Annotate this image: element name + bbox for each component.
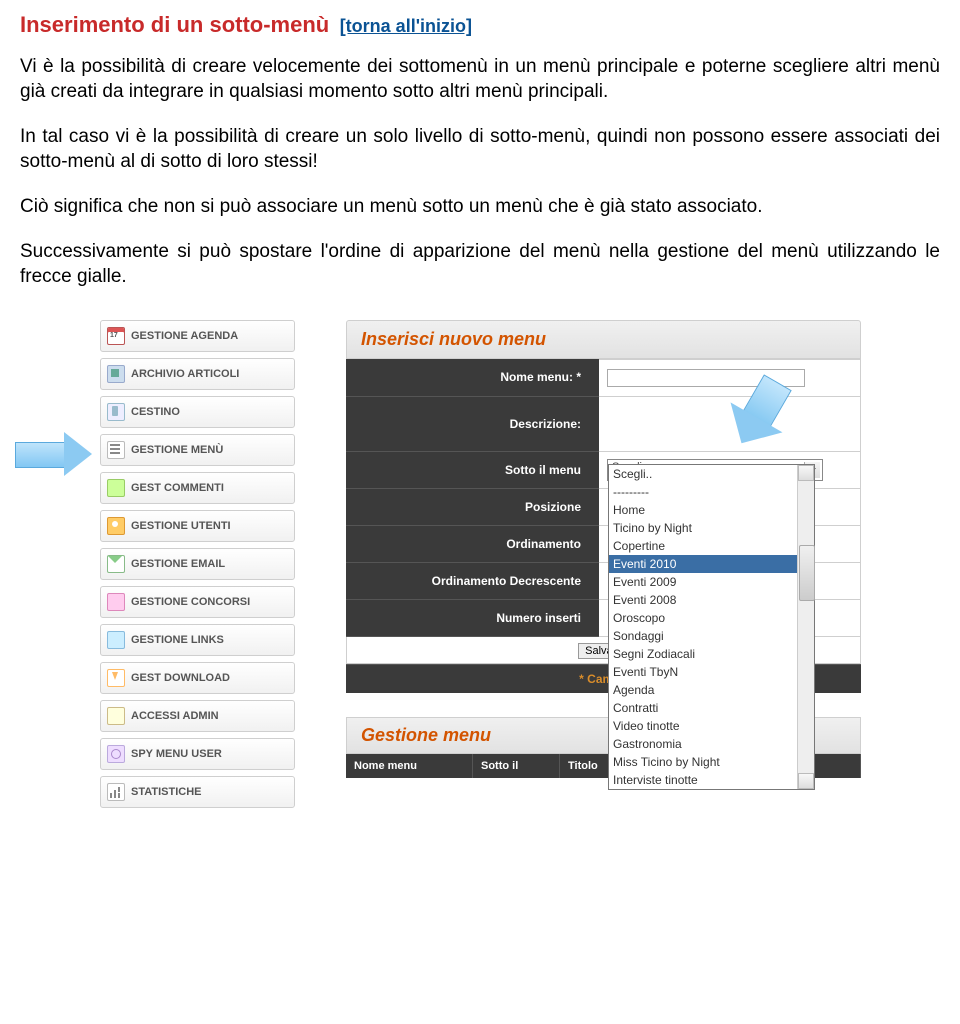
dropdown-option[interactable]: Ticino by Night	[609, 519, 814, 537]
menu-icon	[107, 441, 125, 459]
heading-row: Inserimento di un sotto-menù [torna all'…	[20, 12, 940, 38]
dropdown-option[interactable]: Eventi 2010	[609, 555, 814, 573]
sidebar-item-label: ACCESSI ADMIN	[131, 710, 219, 722]
sidebar-item-label: STATISTICHE	[131, 786, 201, 798]
admin-sidebar: GESTIONE AGENDA ARCHIVIO ARTICOLI CESTIN…	[100, 320, 295, 814]
scroll-thumb[interactable]	[799, 545, 815, 601]
dropdown-option[interactable]: Copertine	[609, 537, 814, 555]
sidebar-item-accessi[interactable]: ACCESSI ADMIN	[100, 700, 295, 732]
sidebar-item-label: GEST COMMENTI	[131, 482, 224, 494]
label-nome-menu: Nome menu: *	[346, 359, 599, 396]
stats-icon	[107, 783, 125, 801]
sidebar-item-gestione-menu[interactable]: GESTIONE MENÙ	[100, 434, 295, 466]
dropdown-scrollbar[interactable]	[797, 465, 814, 789]
calendar-icon	[107, 327, 125, 345]
col-nome-menu: Nome menu	[346, 754, 473, 778]
dropdown-option[interactable]: Home	[609, 501, 814, 519]
admin-screenshot: GESTIONE AGENDA ARCHIVIO ARTICOLI CESTIN…	[100, 320, 900, 840]
label-posizione: Posizione	[346, 488, 599, 525]
label-numero-inserti: Numero inserti	[346, 599, 599, 636]
paragraph-1: Vi è la possibilità di creare velocement…	[20, 54, 940, 104]
trash-icon	[107, 403, 125, 421]
users-icon	[107, 517, 125, 535]
label-sotto-menu: Sotto il menu	[346, 451, 599, 488]
spy-icon	[107, 745, 125, 763]
paragraph-3: Ciò significa che non si può associare u…	[20, 194, 940, 219]
sidebar-item-commenti[interactable]: GEST COMMENTI	[100, 472, 295, 504]
label-ordinamento: Ordinamento	[346, 525, 599, 562]
label-ord-desc: Ordinamento Decrescente	[346, 562, 599, 599]
panel-title-insert: Inserisci nuovo menu	[346, 320, 861, 359]
dropdown-option[interactable]: Eventi 2009	[609, 573, 814, 591]
scroll-up-button[interactable]	[798, 465, 814, 481]
sidebar-item-utenti[interactable]: GESTIONE UTENTI	[100, 510, 295, 542]
contest-icon	[107, 593, 125, 611]
dropdown-sotto-menu-open[interactable]: Scegli..---------HomeTicino by NightCope…	[608, 464, 815, 790]
arrow-pointer-left	[15, 432, 93, 476]
link-torna-inizio[interactable]: [torna all'inizio]	[340, 16, 472, 36]
document-body: Inserimento di un sotto-menù [torna all'…	[0, 0, 960, 840]
sidebar-item-cestino[interactable]: CESTINO	[100, 396, 295, 428]
dropdown-option[interactable]: Video tinotte	[609, 717, 814, 735]
sidebar-item-statistiche[interactable]: STATISTICHE	[100, 776, 295, 808]
comment-icon	[107, 479, 125, 497]
heading-title: Inserimento di un sotto-menù	[20, 12, 329, 37]
sidebar-item-label: GESTIONE CONCORSI	[131, 596, 250, 608]
sidebar-item-agenda[interactable]: GESTIONE AGENDA	[100, 320, 295, 352]
sidebar-item-label: GESTIONE LINKS	[131, 634, 224, 646]
dropdown-option[interactable]: Gastronomia	[609, 735, 814, 753]
download-icon	[107, 669, 125, 687]
field-nome-menu	[599, 359, 861, 396]
label-descrizione: Descrizione:	[346, 396, 599, 451]
scroll-down-button[interactable]	[798, 773, 814, 789]
sidebar-item-label: CESTINO	[131, 406, 180, 418]
mail-icon	[107, 555, 125, 573]
sidebar-item-spy[interactable]: SPY MENU USER	[100, 738, 295, 770]
dropdown-option[interactable]: Oroscopo	[609, 609, 814, 627]
sidebar-item-archivio[interactable]: ARCHIVIO ARTICOLI	[100, 358, 295, 390]
link-icon	[107, 631, 125, 649]
paragraph-4: Successivamente si può spostare l'ordine…	[20, 239, 940, 289]
key-icon	[107, 707, 125, 725]
sidebar-item-concorsi[interactable]: GESTIONE CONCORSI	[100, 586, 295, 618]
dropdown-option[interactable]: Scegli..	[609, 465, 814, 483]
dropdown-option[interactable]: Segni Zodiacali	[609, 645, 814, 663]
sidebar-item-label: GEST DOWNLOAD	[131, 672, 230, 684]
sidebar-item-label: GESTIONE MENÙ	[131, 444, 223, 456]
dropdown-option[interactable]: Contratti	[609, 699, 814, 717]
archive-icon	[107, 365, 125, 383]
sidebar-item-links[interactable]: GESTIONE LINKS	[100, 624, 295, 656]
paragraph-2: In tal caso vi è la possibilità di crear…	[20, 124, 940, 174]
col-sotto-il: Sotto il	[473, 754, 560, 778]
sidebar-item-label: GESTIONE EMAIL	[131, 558, 225, 570]
sidebar-item-download[interactable]: GEST DOWNLOAD	[100, 662, 295, 694]
dropdown-option[interactable]: Sondaggi	[609, 627, 814, 645]
sidebar-item-label: GESTIONE AGENDA	[131, 330, 238, 342]
sidebar-item-label: GESTIONE UTENTI	[131, 520, 231, 532]
dropdown-option[interactable]: ---------	[609, 483, 814, 501]
dropdown-option[interactable]: Eventi TbyN	[609, 663, 814, 681]
dropdown-option[interactable]: Interviste tinotte	[609, 771, 814, 789]
dropdown-option[interactable]: Agenda	[609, 681, 814, 699]
dropdown-option[interactable]: Miss Ticino by Night	[609, 753, 814, 771]
dropdown-option[interactable]: Eventi 2008	[609, 591, 814, 609]
admin-main: Inserisci nuovo menu Nome menu: * Descri…	[346, 320, 861, 778]
sidebar-item-label: SPY MENU USER	[131, 748, 222, 760]
sidebar-item-label: ARCHIVIO ARTICOLI	[131, 368, 239, 380]
sidebar-item-email[interactable]: GESTIONE EMAIL	[100, 548, 295, 580]
